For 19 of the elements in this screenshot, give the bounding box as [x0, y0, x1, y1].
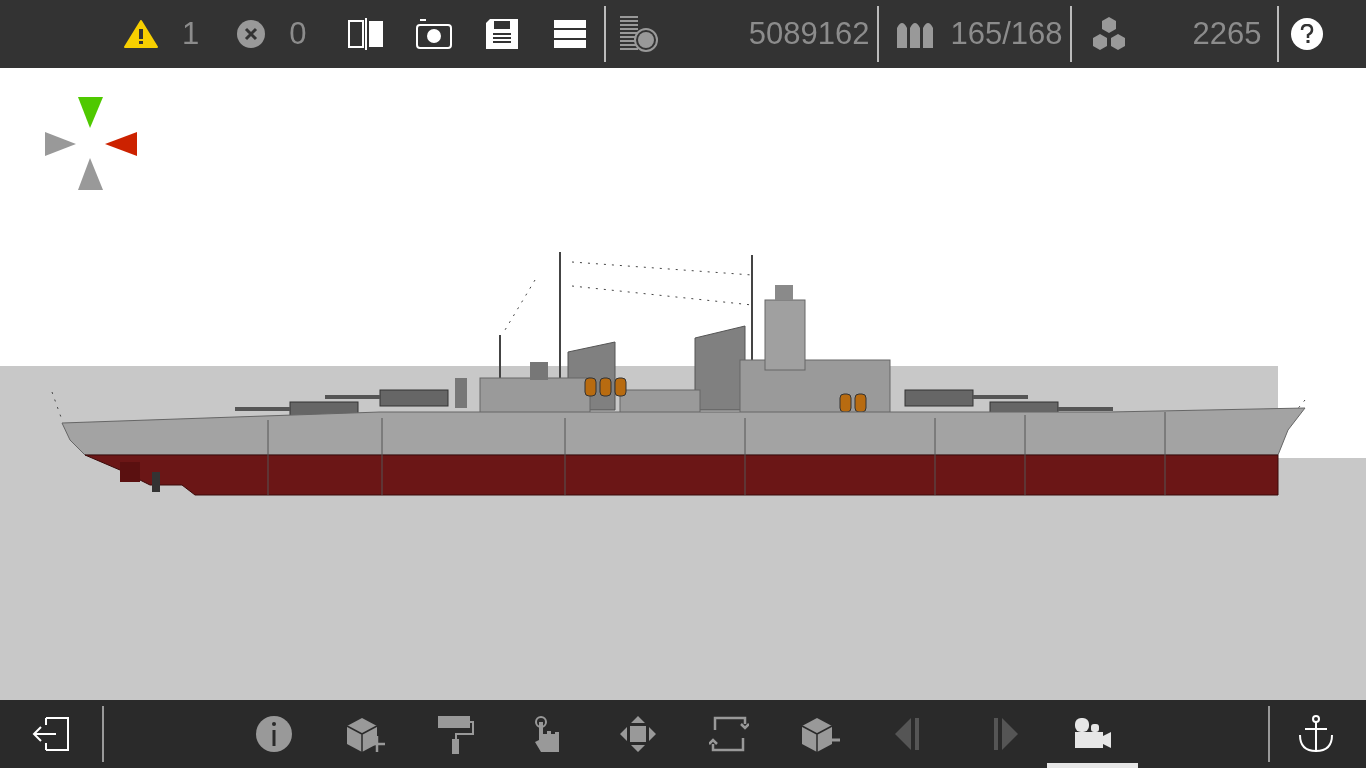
paint-roller-icon [435, 714, 476, 754]
exit-icon [30, 717, 70, 751]
orientation-gizmo-icon [45, 97, 137, 190]
split-view-icon [347, 18, 384, 50]
question-mark-icon [1299, 24, 1314, 44]
menu-icon [553, 20, 586, 48]
camera-icon [415, 19, 452, 49]
info-icon [253, 714, 294, 754]
warning-icon [124, 20, 158, 48]
anchor-icon [1298, 715, 1334, 753]
save-icon [485, 19, 518, 49]
rotate-frame-icon [708, 714, 749, 754]
cost-value: 5089162 [747, 16, 870, 52]
ammo-count: 165/168 [950, 16, 1063, 52]
block-count: 2265 [1191, 16, 1262, 52]
error-icon [237, 20, 266, 48]
error-count: 0 [289, 16, 307, 52]
stats-icon [619, 16, 658, 52]
warning-count: 1 [182, 16, 200, 52]
